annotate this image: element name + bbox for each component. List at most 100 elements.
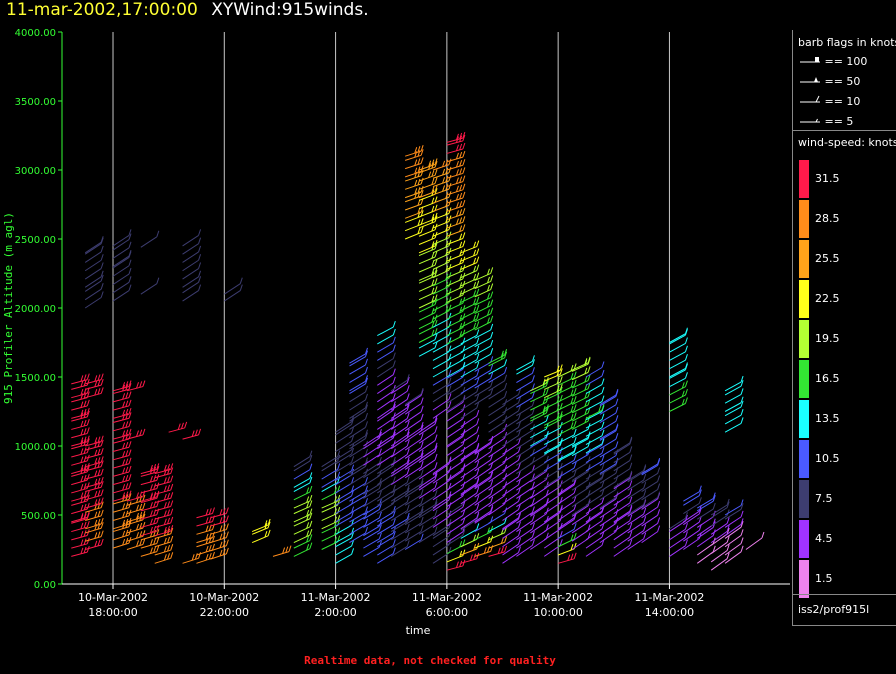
barb-staff <box>446 426 464 439</box>
barb-staff <box>363 437 380 450</box>
barb-flag <box>198 276 202 283</box>
barb-staff <box>571 471 589 483</box>
barb-staff <box>669 359 686 370</box>
barb-staff <box>488 429 505 441</box>
barb-staff <box>112 281 130 294</box>
barb-flag <box>392 336 396 344</box>
barb-staff <box>182 234 199 247</box>
barb-flag <box>657 475 661 482</box>
barb-flag <box>128 259 132 266</box>
barb-flag <box>601 395 605 402</box>
barb-staff <box>669 369 686 379</box>
barb-flag <box>225 539 229 546</box>
barb-flag <box>434 490 438 497</box>
barb-flag <box>309 463 313 470</box>
wind-barb <box>293 472 313 488</box>
y-tick-label: 3000.00 <box>15 166 56 177</box>
barb-staff <box>182 276 199 288</box>
barb-flag <box>128 449 132 456</box>
barb-staff <box>71 543 88 549</box>
barb-staff <box>293 477 311 488</box>
speed-color-label: 10.5 <box>815 452 840 465</box>
barb-staff <box>182 251 199 263</box>
barb-flag <box>531 506 535 513</box>
barb-staff <box>390 465 408 477</box>
barb-flag <box>128 399 132 407</box>
barb-flag <box>684 397 688 404</box>
barb-flag <box>170 535 174 543</box>
barb-staff <box>669 545 686 557</box>
barb-flag <box>629 514 633 521</box>
barb-flag <box>100 291 104 298</box>
barb-staff <box>446 487 464 499</box>
barb-flag <box>476 240 480 247</box>
wind-barb <box>84 237 104 255</box>
barb-staff <box>349 391 366 403</box>
barb-staff <box>488 551 505 557</box>
barb-flag <box>740 510 744 518</box>
barb-flag <box>420 405 424 412</box>
wind-barb <box>432 345 452 361</box>
barb-staff <box>349 503 366 515</box>
barb-flag <box>448 158 452 165</box>
barb-staff <box>335 421 352 433</box>
barb-legend-row: == 10 <box>799 95 860 108</box>
barb-staff <box>446 213 464 221</box>
barb-staff <box>446 359 464 370</box>
barb-flag <box>490 339 494 347</box>
barb-flag <box>476 353 480 361</box>
barb-staff <box>377 374 394 386</box>
barb-flag <box>573 404 577 411</box>
barb-flag <box>462 240 466 247</box>
barb-staff <box>446 434 464 447</box>
barb-flag <box>573 371 577 378</box>
barb-staff <box>474 531 491 541</box>
barb-staff <box>404 154 422 161</box>
barb-staff <box>669 528 686 541</box>
barb-staff <box>377 350 394 361</box>
barb-flag <box>601 378 605 385</box>
barb-staff <box>335 533 352 544</box>
barb-staff <box>84 288 102 301</box>
barb-staff <box>112 479 130 486</box>
wind-barb <box>182 276 202 294</box>
wind-barb <box>669 354 688 370</box>
barb-flag <box>657 467 661 474</box>
barb-staff <box>585 384 603 394</box>
barb-flag <box>462 159 466 166</box>
barb-staff <box>474 550 491 557</box>
barb-staff <box>446 156 464 163</box>
barb-staff <box>349 399 366 411</box>
barb-staff <box>446 238 464 245</box>
barb-flag <box>128 474 132 481</box>
barb-staff <box>446 515 464 527</box>
barb-flag <box>128 276 132 283</box>
barb-staff <box>460 359 478 370</box>
barb-flag <box>128 441 132 448</box>
barb-staff <box>272 551 290 557</box>
barb-flag <box>490 291 494 298</box>
barb-flag <box>684 354 688 361</box>
barb-flag <box>504 545 508 553</box>
y-tick-label: 3500.00 <box>15 97 56 108</box>
wind-barb <box>446 208 466 221</box>
wind-barb <box>446 559 466 571</box>
barb-flag <box>420 489 424 496</box>
barb-flag <box>86 473 90 481</box>
barb-flag <box>476 345 480 352</box>
barb-flag <box>476 280 480 287</box>
barb-flag <box>573 387 577 395</box>
wind-barb <box>516 355 535 371</box>
barb-staff <box>446 246 464 254</box>
barb-flag <box>476 426 480 433</box>
barb-staff <box>140 479 157 486</box>
barb-staff <box>349 495 366 506</box>
barb-staff <box>126 527 144 534</box>
barb-flag <box>448 288 452 295</box>
barb-flag <box>684 380 688 387</box>
barb-staff <box>669 537 686 549</box>
barb-staff <box>745 537 763 550</box>
speed-color-label: 31.5 <box>815 172 840 185</box>
barb-staff <box>404 232 422 240</box>
barb-flag <box>434 453 438 461</box>
